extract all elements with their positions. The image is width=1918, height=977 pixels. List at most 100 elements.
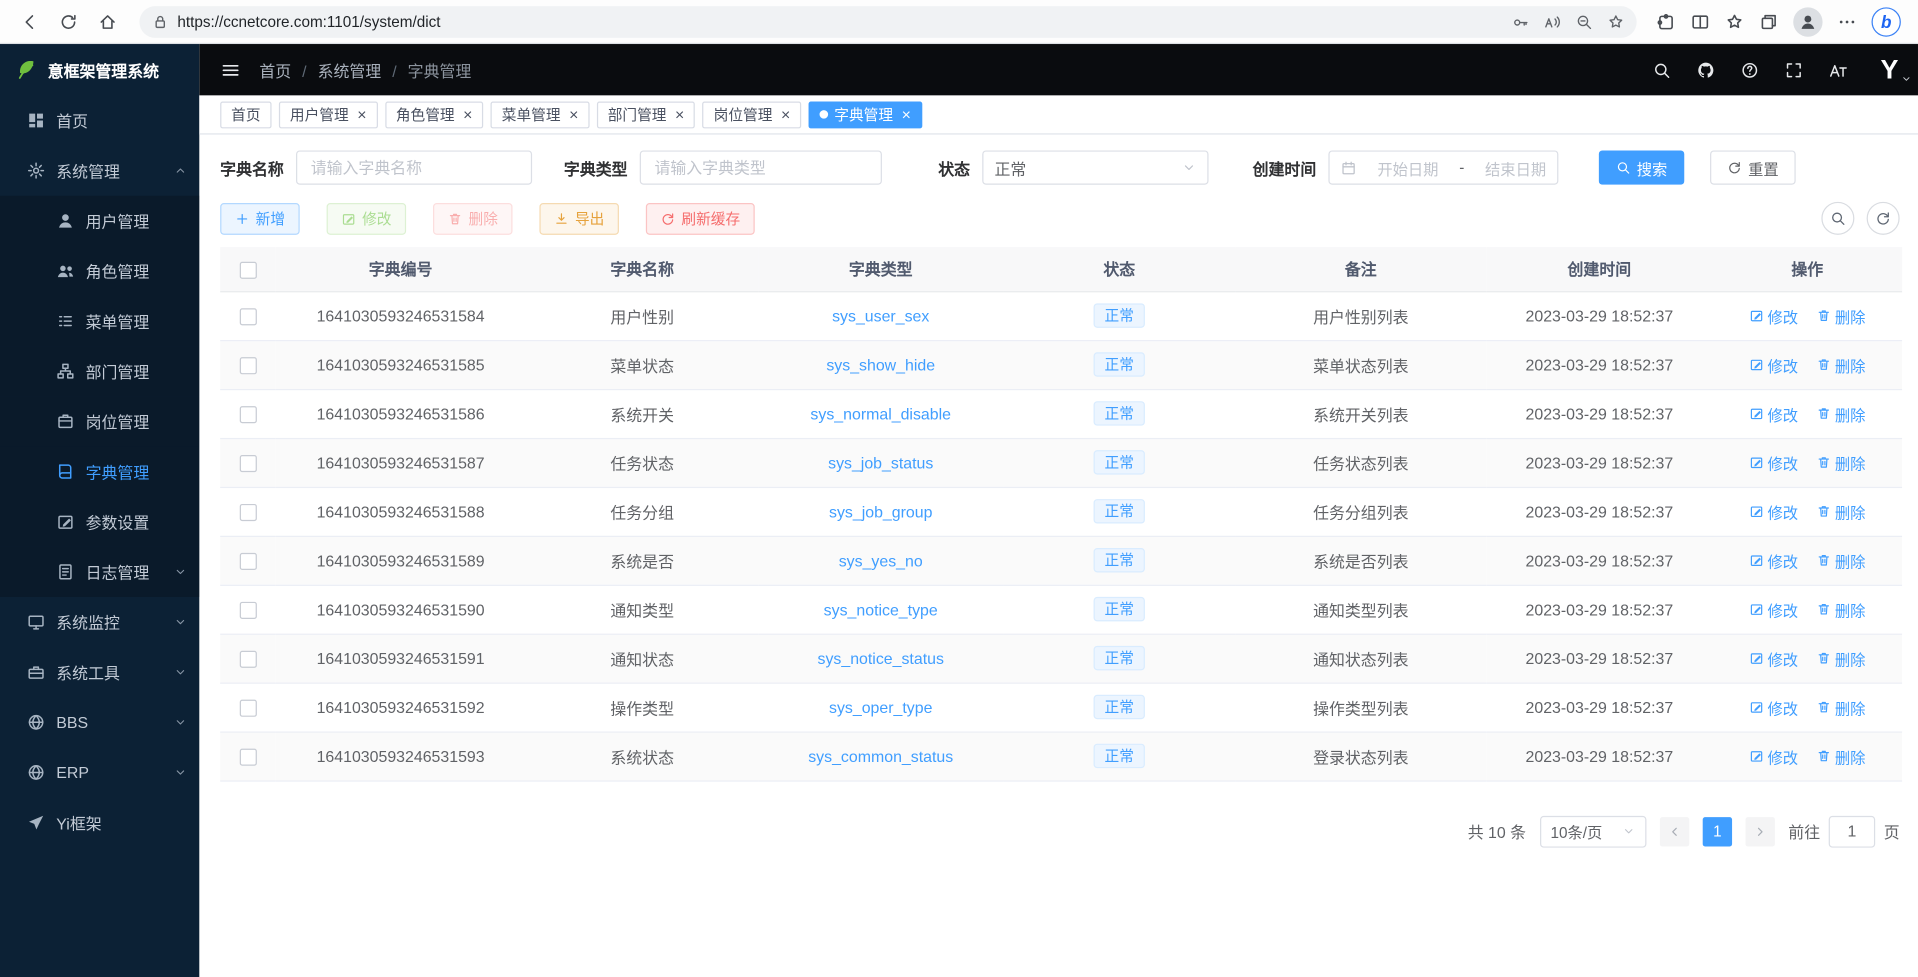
close-tab-icon[interactable] xyxy=(569,106,578,123)
dict-type-link[interactable]: sys_show_hide xyxy=(826,355,935,373)
prev-page-button[interactable] xyxy=(1660,816,1689,845)
row-checkbox[interactable] xyxy=(239,406,256,423)
row-edit-button[interactable]: 修改 xyxy=(1749,549,1798,572)
row-edit-button[interactable]: 修改 xyxy=(1749,598,1798,621)
row-delete-button[interactable]: 删除 xyxy=(1816,549,1865,572)
favorites-icon[interactable] xyxy=(1725,12,1745,32)
select-all-checkbox[interactable] xyxy=(239,261,256,278)
dict-type-link[interactable]: sys_notice_type xyxy=(824,600,938,618)
dict-type-input[interactable] xyxy=(652,157,870,178)
date-range-picker[interactable]: 开始日期 - 结束日期 xyxy=(1328,150,1558,184)
close-tab-icon[interactable] xyxy=(675,106,684,123)
sidebar-item[interactable]: 首页 xyxy=(0,95,199,145)
header-search-icon[interactable] xyxy=(1653,61,1671,79)
add-favorite-icon[interactable] xyxy=(1607,13,1624,30)
export-button[interactable]: 导出 xyxy=(539,202,619,234)
sidebar-item[interactable]: 字典管理 xyxy=(0,446,199,496)
search-button[interactable]: 搜索 xyxy=(1599,150,1685,184)
url-text[interactable]: https://ccnetcore.com:1101/system/dict xyxy=(177,13,1503,30)
next-page-button[interactable] xyxy=(1745,816,1774,845)
split-screen-icon[interactable] xyxy=(1690,12,1710,32)
github-icon[interactable] xyxy=(1697,61,1715,79)
sidebar-item[interactable]: 系统监控 xyxy=(0,597,199,647)
row-delete-button[interactable]: 删除 xyxy=(1816,646,1865,669)
row-delete-button[interactable]: 删除 xyxy=(1816,353,1865,376)
page-number-input[interactable] xyxy=(1829,815,1875,847)
row-checkbox[interactable] xyxy=(239,650,256,667)
breadcrumb-item[interactable]: 字典管理 xyxy=(408,58,472,81)
row-checkbox[interactable] xyxy=(239,553,256,570)
current-page-button[interactable]: 1 xyxy=(1703,816,1732,845)
row-delete-button[interactable]: 删除 xyxy=(1816,598,1865,621)
close-tab-icon[interactable] xyxy=(781,106,790,123)
browser-menu-icon[interactable] xyxy=(1837,12,1857,32)
sidebar-item[interactable]: Yi框架 xyxy=(0,798,199,848)
page-tab[interactable]: 用户管理 xyxy=(279,101,378,128)
row-delete-button[interactable]: 删除 xyxy=(1816,402,1865,425)
help-icon[interactable] xyxy=(1741,61,1759,79)
browser-back-icon[interactable] xyxy=(12,4,46,38)
refresh-table-icon[interactable] xyxy=(1867,202,1900,235)
sidebar-item[interactable]: 系统工具 xyxy=(0,647,199,697)
dict-type-link[interactable]: sys_job_group xyxy=(829,502,932,520)
dict-type-link[interactable]: sys_common_status xyxy=(808,747,953,765)
fullscreen-icon[interactable] xyxy=(1785,61,1803,79)
dict-type-link[interactable]: sys_yes_no xyxy=(839,551,923,569)
row-checkbox[interactable] xyxy=(239,504,256,521)
sidebar-item[interactable]: 角色管理 xyxy=(0,246,199,296)
row-checkbox[interactable] xyxy=(239,748,256,765)
extensions-icon[interactable] xyxy=(1656,12,1676,32)
row-edit-button[interactable]: 修改 xyxy=(1749,695,1798,718)
zoom-icon[interactable] xyxy=(1575,13,1592,30)
page-size-select[interactable]: 10条/页 xyxy=(1540,815,1647,847)
sidebar-item[interactable]: 用户管理 xyxy=(0,196,199,246)
delete-button[interactable]: 删除 xyxy=(433,202,513,234)
edit-button[interactable]: 修改 xyxy=(327,202,407,234)
row-edit-button[interactable]: 修改 xyxy=(1749,451,1798,474)
reset-button[interactable]: 重置 xyxy=(1710,150,1796,184)
sidebar-toggle-icon[interactable] xyxy=(220,59,241,80)
close-tab-icon[interactable] xyxy=(902,106,911,123)
page-tab[interactable]: 部门管理 xyxy=(597,101,696,128)
row-edit-button[interactable]: 修改 xyxy=(1749,646,1798,669)
row-edit-button[interactable]: 修改 xyxy=(1749,500,1798,523)
page-tab[interactable]: 角色管理 xyxy=(385,101,484,128)
breadcrumb-item[interactable]: 系统管理 xyxy=(318,58,408,81)
row-checkbox[interactable] xyxy=(239,455,256,472)
sidebar-item[interactable]: BBS xyxy=(0,697,199,747)
close-tab-icon[interactable] xyxy=(463,106,472,123)
sidebar-item[interactable]: 部门管理 xyxy=(0,346,199,396)
row-checkbox[interactable] xyxy=(239,308,256,325)
page-tab[interactable]: 字典管理 xyxy=(809,101,922,128)
user-logo[interactable]: Y xyxy=(1880,54,1897,86)
row-checkbox[interactable] xyxy=(239,357,256,374)
row-delete-button[interactable]: 删除 xyxy=(1816,451,1865,474)
page-tab[interactable]: 岗位管理 xyxy=(703,101,802,128)
collections-icon[interactable] xyxy=(1759,12,1779,32)
row-checkbox[interactable] xyxy=(239,602,256,619)
sidebar-item[interactable]: 系统管理 xyxy=(0,146,199,196)
close-tab-icon[interactable] xyxy=(357,106,366,123)
sidebar-item[interactable]: 岗位管理 xyxy=(0,396,199,446)
dict-type-link[interactable]: sys_normal_disable xyxy=(810,404,951,422)
profile-avatar[interactable] xyxy=(1793,7,1822,36)
row-delete-button[interactable]: 删除 xyxy=(1816,304,1865,327)
dict-type-link[interactable]: sys_notice_status xyxy=(818,649,944,667)
sidebar-item[interactable]: ERP xyxy=(0,747,199,797)
page-tab[interactable]: 首页 xyxy=(220,101,271,128)
status-select[interactable]: 正常 xyxy=(982,150,1208,184)
sidebar-item[interactable]: 参数设置 xyxy=(0,497,199,547)
dict-type-link[interactable]: sys_oper_type xyxy=(829,698,932,716)
row-edit-button[interactable]: 修改 xyxy=(1749,304,1798,327)
sidebar-item[interactable]: 日志管理 xyxy=(0,547,199,597)
dict-type-link[interactable]: sys_job_status xyxy=(828,453,933,471)
add-button[interactable]: 新增 xyxy=(220,202,300,234)
breadcrumb-item[interactable]: 首页 xyxy=(259,58,317,81)
row-delete-button[interactable]: 删除 xyxy=(1816,695,1865,718)
end-date-placeholder[interactable]: 结束日期 xyxy=(1485,156,1546,179)
password-manager-icon[interactable] xyxy=(1512,13,1529,30)
address-bar[interactable]: https://ccnetcore.com:1101/system/dict xyxy=(139,6,1636,38)
browser-refresh-icon[interactable] xyxy=(51,4,85,38)
page-tab[interactable]: 菜单管理 xyxy=(491,101,590,128)
row-edit-button[interactable]: 修改 xyxy=(1749,402,1798,425)
